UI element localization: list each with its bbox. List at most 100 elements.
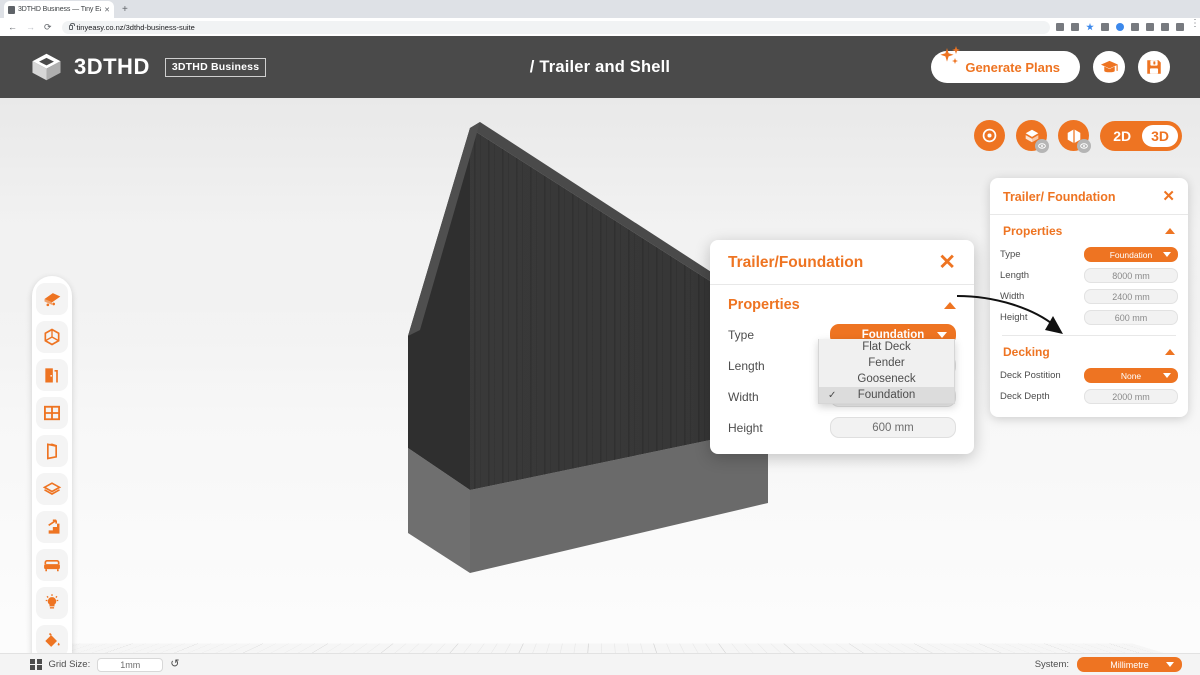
- forward-icon[interactable]: →: [26, 22, 35, 32]
- stairs-tool[interactable]: [36, 511, 68, 543]
- close-icon[interactable]: ✕: [938, 252, 956, 273]
- dialog-header: Trailer/Foundation ✕: [710, 240, 974, 285]
- sofa-icon: [44, 560, 60, 572]
- chevron-up-icon[interactable]: [944, 301, 956, 309]
- deck-position-select[interactable]: None: [1084, 368, 1178, 383]
- lighting-tool[interactable]: [36, 587, 68, 619]
- browser-tabstrip: 3DTHD Business — Tiny Easy - T ✕ +: [0, 0, 1200, 18]
- generate-plans-label: Generate Plans: [965, 59, 1060, 75]
- status-bar: Grid Size: 1mm ↺ System: Millimetre: [0, 653, 1200, 675]
- row-label: Deck Postition: [1000, 370, 1061, 381]
- dimension-toggle[interactable]: 2D 3D: [1100, 120, 1182, 151]
- chevron-up-icon[interactable]: [1165, 349, 1175, 355]
- url-text: tinyeasy.co.nz/3dthd-business-suite: [76, 22, 195, 32]
- row-label: Length: [728, 358, 765, 373]
- check-icon: ✓: [828, 389, 837, 401]
- row-label: Type: [1000, 249, 1021, 260]
- address-bar[interactable]: tinyeasy.co.nz/3dthd-business-suite: [61, 20, 1050, 34]
- grid-icon: [30, 658, 42, 671]
- trailer-foundation-tool[interactable]: [36, 283, 68, 315]
- dialog-section-header[interactable]: Properties: [710, 285, 974, 319]
- puzzle-icon[interactable]: [1146, 23, 1154, 31]
- 3d-viewport[interactable]: 2D 3D Trailer/ Foundation ✕ Properties T…: [0, 98, 1200, 675]
- reset-icon[interactable]: ↺: [170, 659, 179, 670]
- browser-menu-icon[interactable]: [1190, 18, 1200, 32]
- back-icon[interactable]: ←: [8, 22, 17, 32]
- option-label: Gooseneck: [857, 373, 916, 385]
- deck-position-value: None: [1120, 370, 1142, 381]
- dropdown-option-foundation[interactable]: ✓ Foundation: [819, 387, 954, 403]
- shell-tool[interactable]: [36, 321, 68, 353]
- grid-size-input[interactable]: 1mm: [97, 657, 164, 672]
- right-panel-section-decking-header[interactable]: Decking: [990, 336, 1188, 365]
- brand-badge: 3DTHD Business: [164, 57, 267, 77]
- right-panel-row-deck-depth: Deck Depth 2000 mm: [990, 386, 1188, 407]
- tab-close-icon[interactable]: ✕: [104, 6, 110, 14]
- toggle-2d[interactable]: 2D: [1104, 125, 1140, 147]
- bookmark-star-icon[interactable]: [1086, 23, 1094, 31]
- height-input[interactable]: 600 mm: [830, 417, 956, 438]
- right-panel-row-height: Height 600 mm: [990, 307, 1188, 328]
- option-label: Fender: [868, 357, 905, 369]
- stairs-icon: [44, 519, 60, 534]
- length-input[interactable]: 8000 mm: [1084, 268, 1178, 283]
- camera-target-icon: [982, 128, 997, 143]
- furniture-tool[interactable]: [36, 549, 68, 581]
- window-tool[interactable]: [36, 397, 68, 429]
- interior-view-button[interactable]: [1016, 120, 1050, 153]
- cube-logo-icon: [32, 53, 61, 81]
- eyedropper-icon[interactable]: [1131, 23, 1139, 31]
- graduation-cap-icon: [1100, 60, 1118, 72]
- wall-tool[interactable]: [36, 435, 68, 467]
- screenshot-icon[interactable]: [1101, 23, 1109, 31]
- app-header: 3DTHD 3DTHD Business / Trailer and Shell…: [0, 36, 1200, 98]
- right-panel-section-properties-header[interactable]: Properties: [990, 215, 1188, 244]
- learn-button[interactable]: [1093, 51, 1125, 83]
- cube-shell-icon: [44, 328, 60, 346]
- profile-icon[interactable]: [1176, 23, 1184, 31]
- system-value: Millimetre: [1110, 659, 1149, 670]
- chevron-up-icon[interactable]: [1165, 228, 1175, 234]
- option-label: Foundation: [857, 389, 916, 401]
- sidepanel-icon[interactable]: [1161, 23, 1169, 31]
- row-label: Height: [728, 420, 763, 435]
- dropdown-option-flat-deck[interactable]: Flat Deck: [819, 339, 954, 355]
- floor-tool[interactable]: [36, 473, 68, 505]
- save-button[interactable]: [1138, 51, 1170, 83]
- width-input[interactable]: 2400 mm: [1084, 289, 1178, 304]
- brand[interactable]: 3DTHD 3DTHD Business: [0, 52, 267, 82]
- system-select[interactable]: Millimetre: [1077, 657, 1182, 672]
- door-tool[interactable]: [36, 359, 68, 391]
- type-select[interactable]: Foundation: [1084, 247, 1178, 262]
- browser-tab[interactable]: 3DTHD Business — Tiny Easy - T ✕: [4, 1, 114, 18]
- eye-icon: [1080, 143, 1089, 149]
- close-icon[interactable]: ✕: [1162, 189, 1175, 204]
- type-dropdown-list[interactable]: Flat Deck Fender Gooseneck ✓ Foundation: [818, 339, 955, 404]
- camera-target-button[interactable]: [974, 120, 1006, 151]
- dropdown-option-fender[interactable]: Fender: [819, 355, 954, 371]
- toggle-3d[interactable]: 3D: [1142, 124, 1178, 147]
- grid-controls: Grid Size: 1mm ↺: [0, 657, 179, 672]
- section-title: Decking: [1003, 345, 1050, 359]
- exterior-view-button[interactable]: [1058, 120, 1092, 153]
- system-label: System:: [1034, 659, 1069, 670]
- row-label: Height: [1000, 312, 1028, 323]
- generate-plans-button[interactable]: Generate Plans: [931, 46, 1080, 83]
- chevron-down-icon: [1166, 662, 1174, 667]
- height-input[interactable]: 600 mm: [1084, 310, 1178, 325]
- browser-chrome: 3DTHD Business — Tiny Easy - T ✕ + ← → ⟳…: [0, 0, 1200, 36]
- share-icon[interactable]: [1071, 23, 1079, 31]
- section-title: Properties: [728, 297, 800, 313]
- dropdown-option-gooseneck[interactable]: Gooseneck: [819, 371, 954, 387]
- new-tab-icon[interactable]: +: [122, 4, 128, 15]
- reload-icon[interactable]: ⟳: [44, 22, 52, 33]
- deck-depth-input[interactable]: 2000 mm: [1084, 389, 1178, 404]
- window-icon: [44, 405, 60, 421]
- extension-blue-icon[interactable]: [1116, 23, 1124, 31]
- unit-system-controls: System: Millimetre: [1035, 657, 1200, 672]
- browser-toolbar: ← → ⟳ tinyeasy.co.nz/3dthd-business-suit…: [0, 18, 1200, 36]
- grid-size-label: Grid Size:: [48, 659, 91, 670]
- paint-bucket-icon: [45, 632, 60, 647]
- zoom-icon[interactable]: [1056, 23, 1064, 31]
- dialog-row-height: Height 600 mm: [710, 412, 974, 454]
